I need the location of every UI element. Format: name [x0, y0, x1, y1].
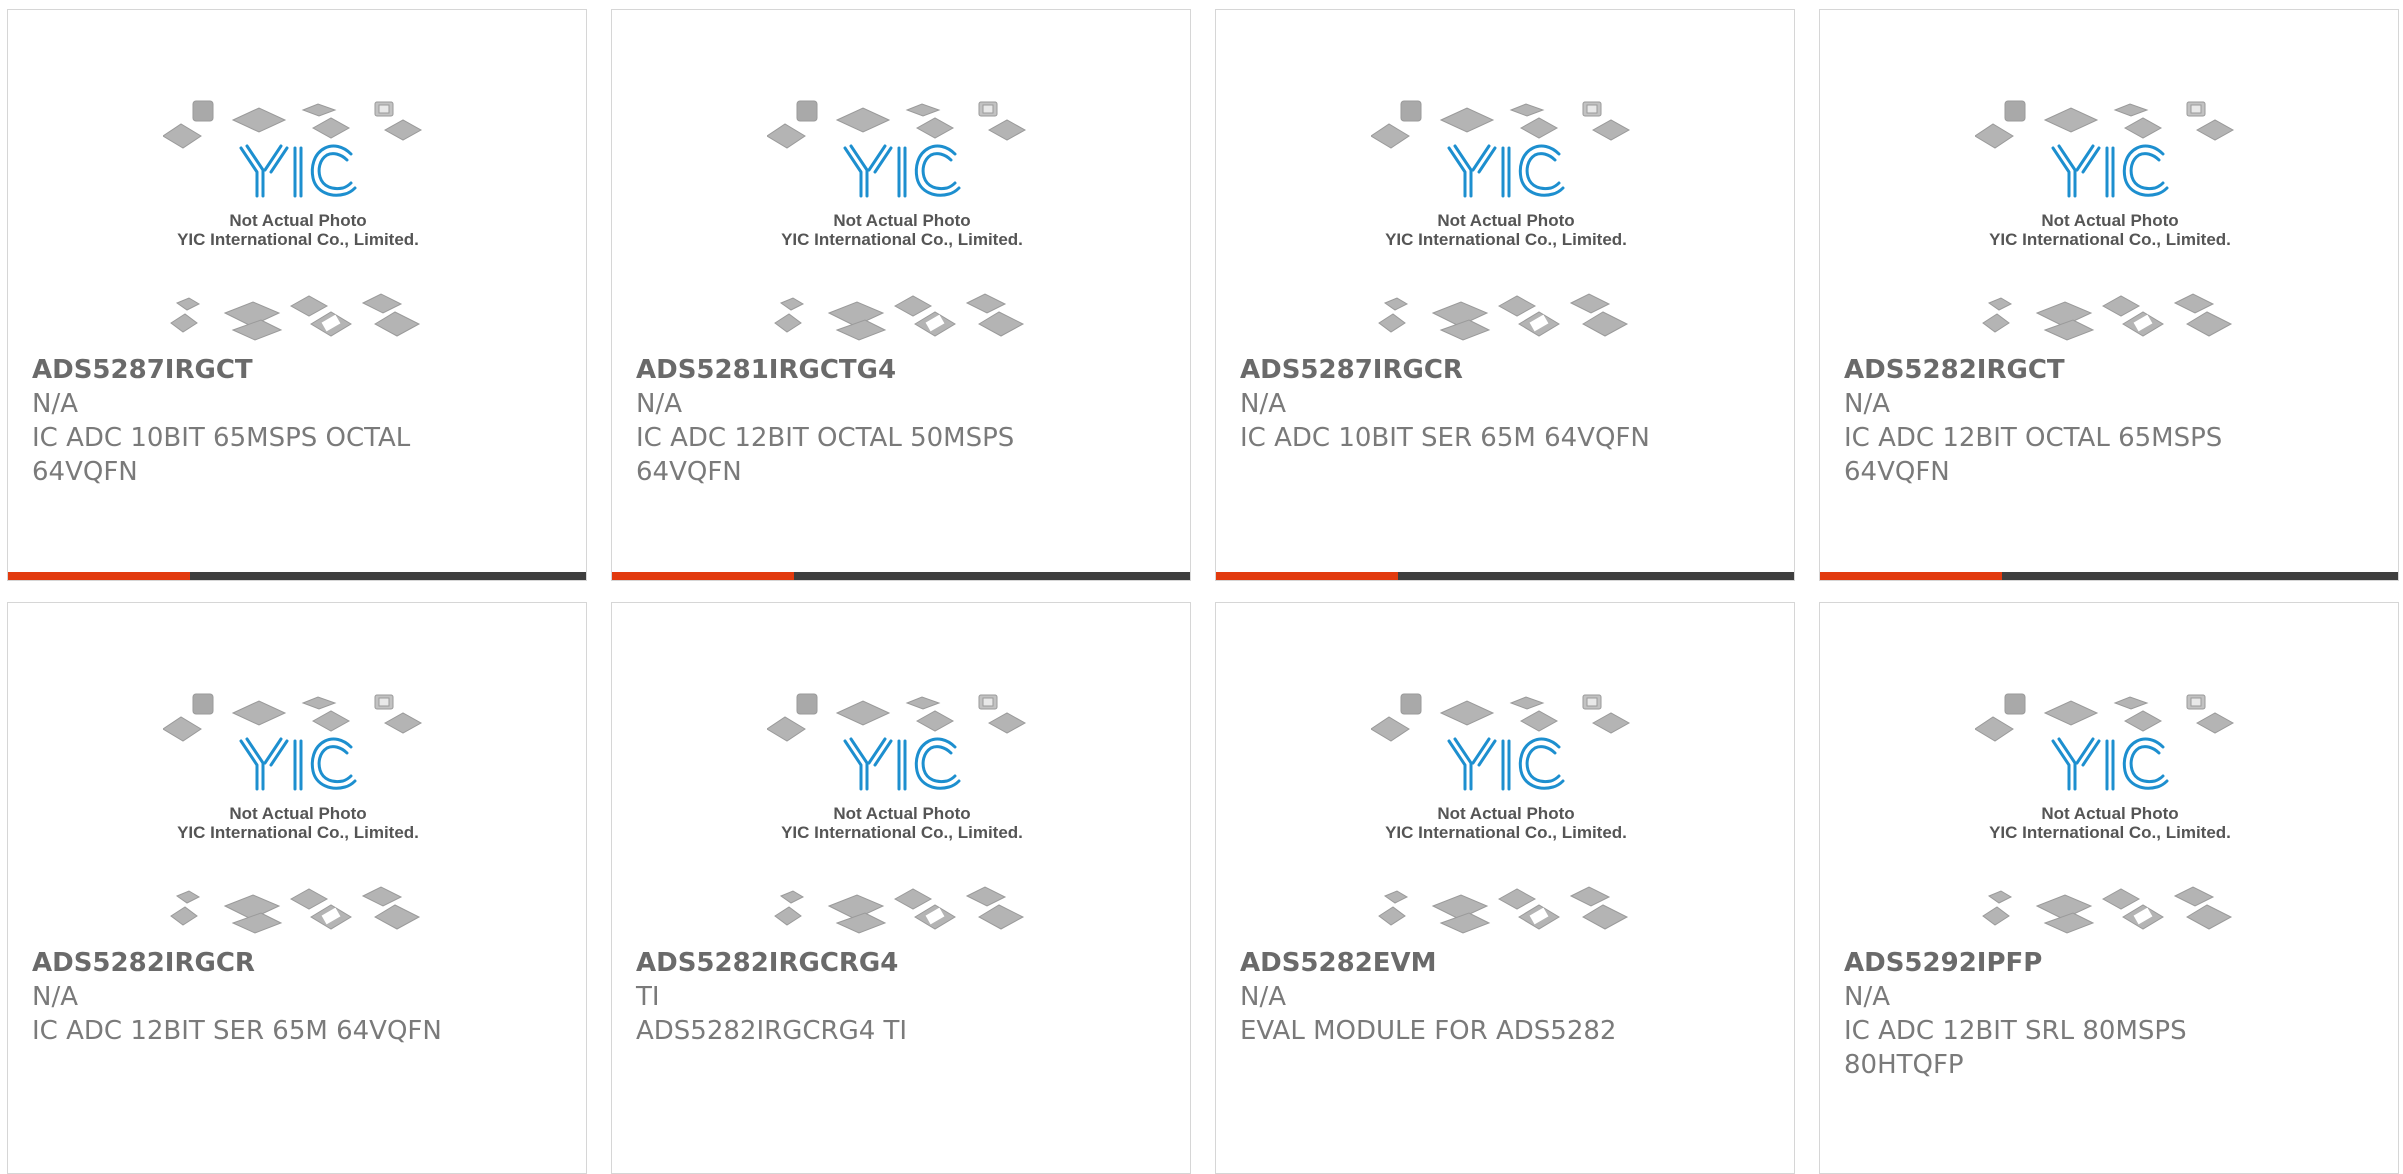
- part-number-link[interactable]: ADS5281IRGCTG4: [636, 353, 1166, 387]
- placeholder-caption-line2: YIC International Co., Limited.: [781, 230, 1023, 249]
- part-number-link[interactable]: ADS5282IRGCR: [32, 946, 562, 980]
- not-actual-photo-graphic: Not Actual Photo YIC International Co., …: [163, 693, 423, 934]
- placeholder-caption-line2: YIC International Co., Limited.: [1989, 230, 2231, 249]
- product-info: ADS5292IPFP N/A IC ADC 12BIT SRL 80MSPS 80…: [1844, 946, 2374, 1082]
- product-placeholder-image[interactable]: Not Actual Photo YIC International Co., …: [163, 691, 433, 941]
- product-card[interactable]: Not Actual Photo YIC International Co., …: [611, 602, 1191, 1174]
- product-info: ADS5287IRGCT N/A IC ADC 10BIT 65MSPS OCTAL…: [32, 353, 562, 489]
- product-description: EVAL MODULE FOR ADS5282: [1240, 1016, 1617, 1046]
- product-description: IC ADC 12BIT SRL 80MSPS 80HTQFP: [1844, 1016, 2187, 1080]
- card-bar-accent: [8, 572, 190, 580]
- placeholder-caption-line2: YIC International Co., Limited.: [1385, 230, 1627, 249]
- manufacturer-label: N/A: [32, 389, 78, 419]
- product-card[interactable]: Not Actual Photo YIC International Co., …: [1819, 602, 2399, 1174]
- manufacturer-label: N/A: [636, 389, 682, 419]
- product-description: IC ADC 10BIT SER 65M 64VQFN: [1240, 423, 1650, 453]
- card-hover-bar: [1820, 572, 2398, 580]
- manufacturer-label: TI: [636, 982, 660, 1012]
- placeholder-caption-line2: YIC International Co., Limited.: [781, 823, 1023, 842]
- card-bar-accent: [1216, 572, 1398, 580]
- placeholder-caption-line1: Not Actual Photo: [2041, 804, 2178, 823]
- part-number-link[interactable]: ADS5287IRGCT: [32, 353, 562, 387]
- not-actual-photo-graphic: Not Actual Photo YIC International Co., …: [163, 100, 423, 341]
- not-actual-photo-graphic: Not Actual Photo YIC International Co., …: [1975, 693, 2235, 934]
- placeholder-caption-line2: YIC International Co., Limited.: [1385, 823, 1627, 842]
- product-info: ADS5287IRGCR N/A IC ADC 10BIT SER 65M 64VQ…: [1240, 353, 1770, 455]
- manufacturer-label: N/A: [1240, 389, 1286, 419]
- not-actual-photo-graphic: Not Actual Photo YIC International Co., …: [767, 693, 1027, 934]
- product-card[interactable]: Not Actual Photo YIC International Co., …: [1215, 602, 1795, 1174]
- manufacturer-label: N/A: [32, 982, 78, 1012]
- not-actual-photo-graphic: Not Actual Photo YIC International Co., …: [1371, 693, 1631, 934]
- product-card[interactable]: Not Actual Photo YIC International Co., …: [7, 9, 587, 581]
- placeholder-caption-line1: Not Actual Photo: [833, 804, 970, 823]
- product-info: ADS5282IRGCR N/A IC ADC 12BIT SER 65M 64VQ…: [32, 946, 562, 1048]
- product-info: ADS5282IRGCT N/A IC ADC 12BIT OCTAL 65MSPS…: [1844, 353, 2374, 489]
- product-card[interactable]: Not Actual Photo YIC International Co., …: [1215, 9, 1795, 581]
- product-description: IC ADC 10BIT 65MSPS OCTAL 64VQFN: [32, 423, 411, 487]
- product-placeholder-image[interactable]: Not Actual Photo YIC International Co., …: [1975, 98, 2245, 348]
- placeholder-caption-line1: Not Actual Photo: [1437, 211, 1574, 230]
- part-number-link[interactable]: ADS5292IPFP: [1844, 946, 2374, 980]
- product-placeholder-image[interactable]: Not Actual Photo YIC International Co., …: [1371, 691, 1641, 941]
- placeholder-caption-line1: Not Actual Photo: [229, 211, 366, 230]
- manufacturer-label: N/A: [1240, 982, 1286, 1012]
- card-hover-bar: [612, 572, 1190, 580]
- part-number-link[interactable]: ADS5282EVM: [1240, 946, 1770, 980]
- product-info: ADS5282IRGCRG4 TI ADS5282IRGCRG4 TI: [636, 946, 1166, 1048]
- product-placeholder-image[interactable]: Not Actual Photo YIC International Co., …: [163, 98, 433, 348]
- product-description: ADS5282IRGCRG4 TI: [636, 1016, 908, 1046]
- not-actual-photo-graphic: Not Actual Photo YIC International Co., …: [1371, 100, 1631, 341]
- product-info: ADS5282EVM N/A EVAL MODULE FOR ADS5282: [1240, 946, 1770, 1048]
- product-grid: Not Actual Photo YIC International Co., …: [7, 9, 2399, 1174]
- placeholder-caption-line1: Not Actual Photo: [229, 804, 366, 823]
- manufacturer-label: N/A: [1844, 389, 1890, 419]
- card-bar-accent: [612, 572, 794, 580]
- product-placeholder-image[interactable]: Not Actual Photo YIC International Co., …: [1975, 691, 2245, 941]
- part-number-link[interactable]: ADS5282IRGCT: [1844, 353, 2374, 387]
- placeholder-caption-line2: YIC International Co., Limited.: [177, 230, 419, 249]
- placeholder-caption-line2: YIC International Co., Limited.: [177, 823, 419, 842]
- not-actual-photo-graphic: Not Actual Photo YIC International Co., …: [1975, 100, 2235, 341]
- not-actual-photo-graphic: Not Actual Photo YIC International Co., …: [767, 100, 1027, 341]
- placeholder-caption-line1: Not Actual Photo: [833, 211, 970, 230]
- card-hover-bar: [8, 572, 586, 580]
- product-description: IC ADC 12BIT SER 65M 64VQFN: [32, 1016, 442, 1046]
- placeholder-caption-line1: Not Actual Photo: [1437, 804, 1574, 823]
- card-hover-bar: [1216, 572, 1794, 580]
- product-description: IC ADC 12BIT OCTAL 65MSPS 64VQFN: [1844, 423, 2223, 487]
- product-info: ADS5281IRGCTG4 N/A IC ADC 12BIT OCTAL 50MS…: [636, 353, 1166, 489]
- product-card[interactable]: Not Actual Photo YIC International Co., …: [7, 602, 587, 1174]
- product-placeholder-image[interactable]: Not Actual Photo YIC International Co., …: [1371, 98, 1641, 348]
- card-bar-accent: [1820, 572, 2002, 580]
- product-card[interactable]: Not Actual Photo YIC International Co., …: [1819, 9, 2399, 581]
- product-placeholder-image[interactable]: Not Actual Photo YIC International Co., …: [767, 98, 1037, 348]
- product-placeholder-image[interactable]: Not Actual Photo YIC International Co., …: [767, 691, 1037, 941]
- product-card[interactable]: Not Actual Photo YIC International Co., …: [611, 9, 1191, 581]
- product-description: IC ADC 12BIT OCTAL 50MSPS 64VQFN: [636, 423, 1015, 487]
- placeholder-caption-line1: Not Actual Photo: [2041, 211, 2178, 230]
- manufacturer-label: N/A: [1844, 982, 1890, 1012]
- part-number-link[interactable]: ADS5287IRGCR: [1240, 353, 1770, 387]
- part-number-link[interactable]: ADS5282IRGCRG4: [636, 946, 1166, 980]
- placeholder-caption-line2: YIC International Co., Limited.: [1989, 823, 2231, 842]
